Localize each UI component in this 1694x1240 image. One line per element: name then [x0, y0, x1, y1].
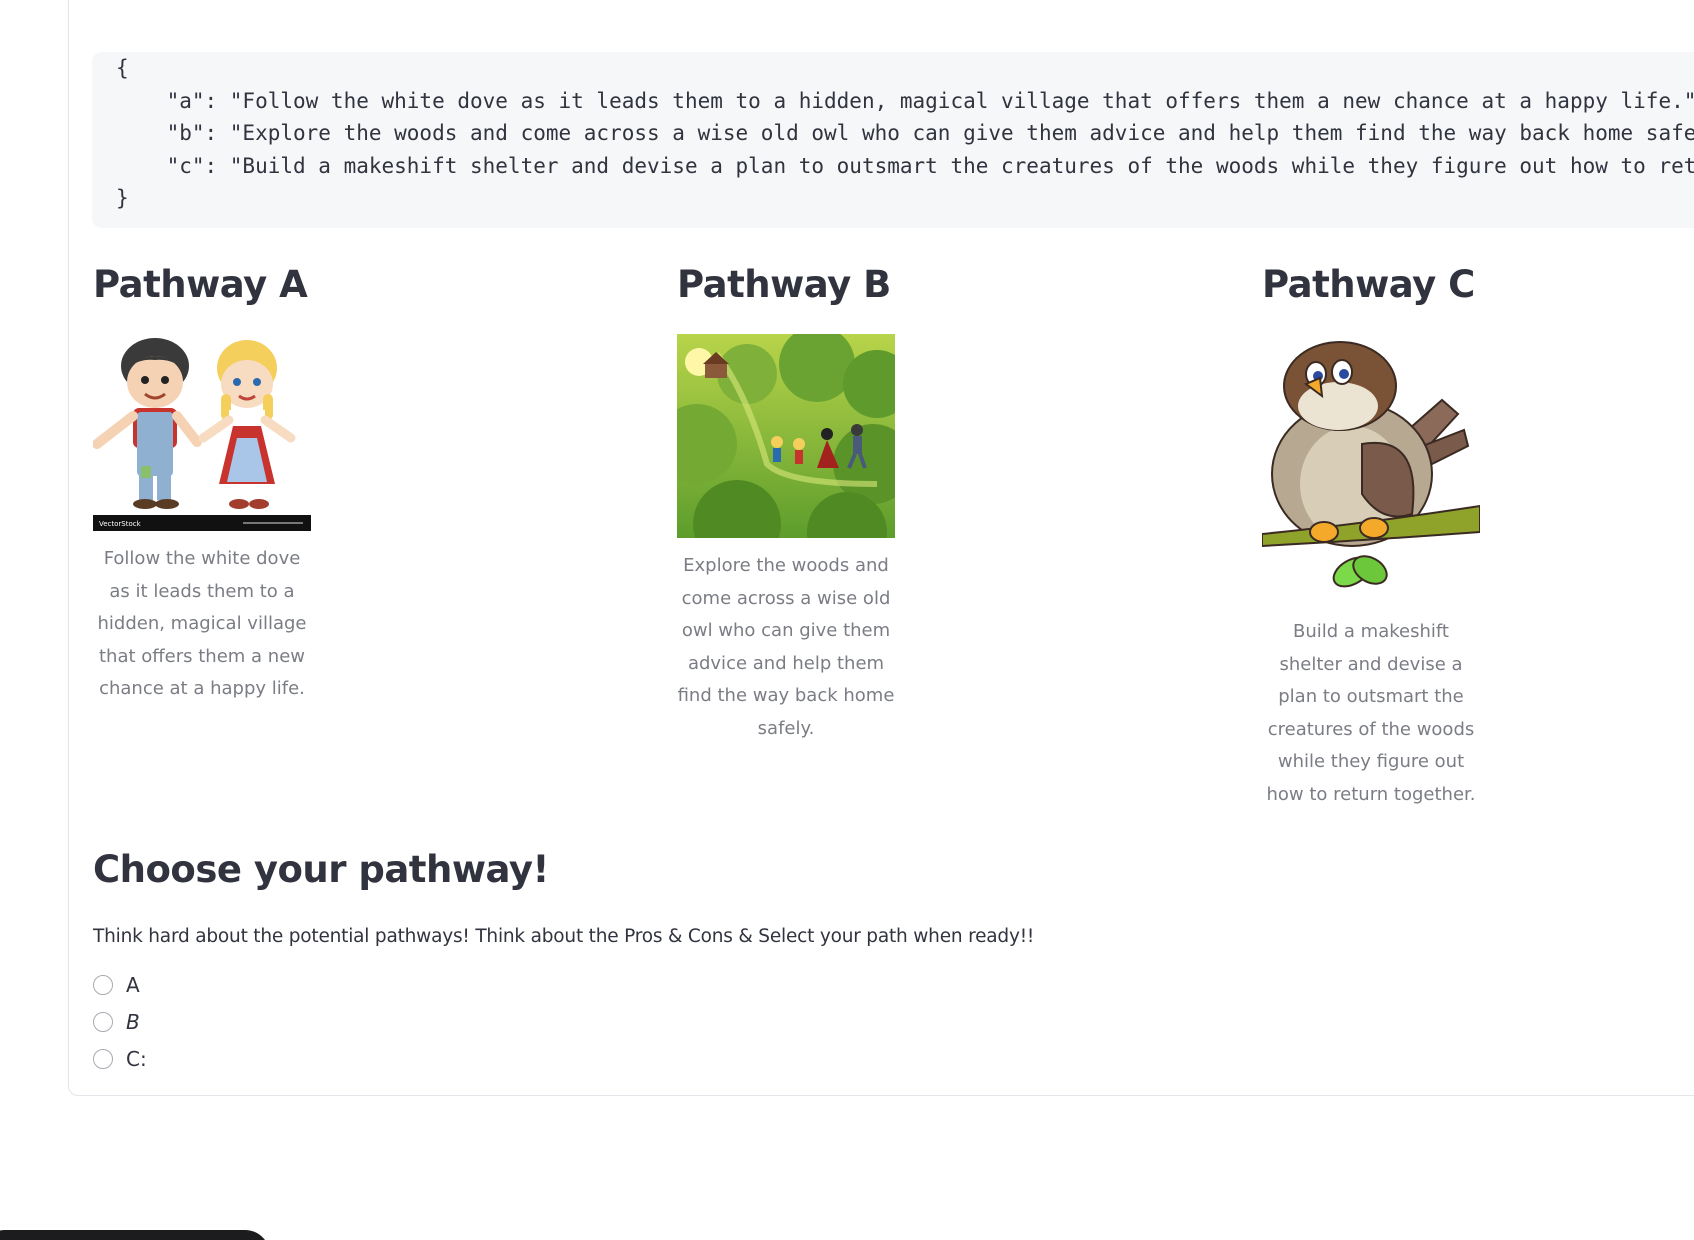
- radio-option-a[interactable]: A: [93, 966, 147, 1003]
- json-code-block: { "a": "Follow the white dove as it lead…: [92, 52, 1694, 228]
- instructions-text: Think hard about the potential pathways!…: [93, 926, 1035, 947]
- radio-option-b[interactable]: B: [93, 1003, 147, 1040]
- code-line: {: [116, 56, 129, 80]
- pathway-a-title: Pathway A: [93, 263, 308, 306]
- radio-label: B: [126, 1009, 140, 1034]
- pathway-b-column: Pathway B Explore the woods and come acr…: [677, 260, 1237, 739]
- radio-label: C:: [126, 1046, 147, 1071]
- code-text: { "a": "Follow the white dove as it lead…: [116, 52, 1694, 215]
- bottom-floating-pill[interactable]: [0, 1230, 270, 1240]
- pathway-b-caption: Explore the woods and come across a wise…: [677, 555, 895, 739]
- pathway-a-caption: Follow the white dove as it leads them t…: [97, 548, 307, 699]
- radio-button[interactable]: [93, 1011, 113, 1032]
- code-line: "c": "Build a makeshift shelter and devi…: [116, 153, 1694, 178]
- pathway-c-title: Pathway C: [1262, 263, 1475, 306]
- radio-button[interactable]: [93, 974, 113, 995]
- code-line: "a": "Follow the white dove as it leads …: [116, 88, 1694, 113]
- radio-button[interactable]: [93, 1048, 113, 1069]
- choose-pathway-title: Choose your pathway!: [93, 848, 549, 891]
- page: { "a": "Follow the white dove as it lead…: [0, 0, 1694, 1240]
- pathway-b-title: Pathway B: [677, 263, 891, 306]
- pathway-a-column: Pathway A VectorStock Follow the white d…: [93, 260, 653, 699]
- pathway-radio-group: A B C:: [93, 966, 147, 1077]
- code-line: "b": "Explore the woods and come across …: [116, 121, 1694, 145]
- radio-option-c[interactable]: C:: [93, 1040, 147, 1077]
- pathway-c-column: Pathway C Build a makeshift shelter and …: [1262, 260, 1694, 805]
- radio-label: A: [126, 972, 140, 997]
- code-line: }: [116, 186, 129, 210]
- children-walking-through-forest-icon: [677, 334, 895, 538]
- pathway-c-caption: Build a makeshift shelter and devise a p…: [1266, 621, 1476, 805]
- owl-on-branch-icon: [1262, 334, 1480, 604]
- hansel-and-gretel-children-icon: VectorStock: [93, 334, 311, 531]
- watermark-text: VectorStock: [99, 520, 142, 528]
